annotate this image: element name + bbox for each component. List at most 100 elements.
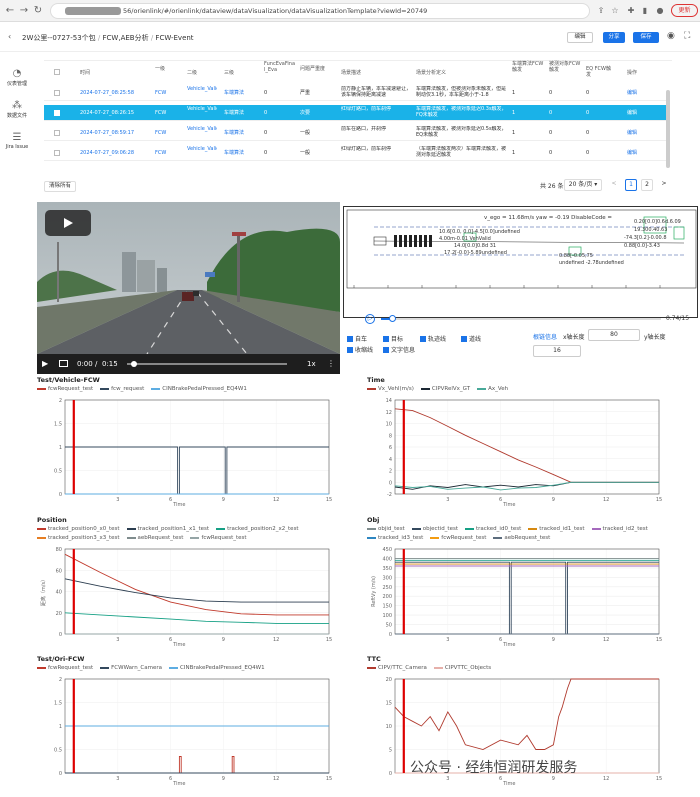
camera-icon[interactable]: ◉	[667, 31, 675, 41]
table-row[interactable]: 2024-07-27_08:25:58 FCW Vehicle_Valid 车端算法 0…	[44, 85, 666, 101]
edit-link[interactable]: 编辑	[627, 130, 637, 136]
series-line	[395, 561, 659, 635]
y-tick-label: 350	[382, 566, 392, 572]
table-cell[interactable]: 2024-07-27_09:06:28	[80, 150, 134, 156]
table-row[interactable]: 2024-07-27_09:06:28 FCW Vehicle_Valid 车端算法 0…	[44, 145, 666, 161]
table-cell: 1	[512, 90, 516, 96]
column-header: 操作	[627, 70, 638, 76]
x-tick-label: 12	[273, 497, 279, 503]
share-page-icon[interactable]: ⇪	[596, 6, 606, 16]
sidepanel-icon[interactable]: ▮	[640, 6, 650, 16]
speed-button[interactable]: 1x	[307, 360, 316, 368]
page-button[interactable]: 2	[641, 179, 653, 191]
x-tick-label: 12	[603, 776, 609, 782]
checkbox-label: 文字信息	[391, 347, 416, 354]
checkbox-target[interactable]: 目标	[383, 334, 403, 343]
y-tick-label: 100	[382, 613, 392, 619]
object-label: 0.88[0.0]-3.43	[624, 243, 660, 249]
reload-icon[interactable]: ↻	[32, 5, 44, 17]
table-cell: 车端算法触发，被测对象延迟0.5s触发，EQ未触发	[416, 126, 507, 138]
table-cell: 0	[586, 150, 590, 156]
frame-slider[interactable]	[381, 318, 661, 320]
checkbox-label: 收缩线	[355, 347, 374, 354]
profile-icon[interactable]: ●	[655, 6, 665, 16]
y-tick-label: 10	[386, 724, 392, 730]
ylen-input[interactable]: 16	[533, 345, 581, 357]
page-size-select[interactable]: 20 条/页 ▾	[564, 179, 602, 191]
checkbox-ego[interactable]: 自车	[347, 334, 367, 343]
select-all-checkbox[interactable]	[54, 69, 60, 75]
next-page-button[interactable]: >	[658, 179, 670, 191]
table-cell[interactable]: 2024-07-27_08:25:58	[80, 90, 134, 96]
chart-svg: 0 50 100 150 200 250 300 350 400 450 3 6 9 12 15 Time Re…	[371, 547, 662, 648]
y-tick-label: 80	[56, 547, 62, 553]
checkbox-text[interactable]: 文字信息	[383, 345, 415, 354]
play-icon[interactable]: ▶	[42, 359, 48, 368]
x-tick-label: 9	[552, 497, 555, 503]
x-axis-label: Time	[502, 642, 515, 648]
chart-svg: 0 0.5 1 1.5 2 3 6 9 12 15 Time	[54, 398, 332, 508]
back-icon[interactable]: ←	[4, 5, 16, 17]
more-icon[interactable]: ⋮	[327, 359, 335, 368]
back-arrow-icon[interactable]: ‹	[8, 32, 11, 41]
sidebar-item-data-file[interactable]: ⁂ 数据文件	[0, 100, 34, 119]
share-button[interactable]: 分享	[603, 32, 625, 43]
star-icon[interactable]: ☆	[610, 6, 620, 16]
edit-link[interactable]: 编辑	[627, 110, 637, 116]
breadcrumb-item[interactable]: 2W公里--0727-53个包	[22, 34, 96, 42]
sidebar-item-label: 数据文件	[6, 113, 27, 119]
plot-controls: ▷ 0.74/15 自车 目标 轨迹线 道线 收缩线 文字信息 根链信息 x轴长…	[343, 308, 698, 372]
seek-handle[interactable]	[131, 361, 137, 367]
edit-link[interactable]: 编辑	[627, 90, 637, 96]
link-info[interactable]: 根链信息	[533, 332, 557, 341]
checkbox-lane[interactable]: 道线	[461, 334, 481, 343]
extensions-icon[interactable]: ✚	[626, 6, 636, 16]
breadcrumb-item[interactable]: FCW-Event	[155, 34, 193, 42]
video-seek-bar[interactable]	[127, 363, 287, 365]
play-icon[interactable]: ▷	[365, 314, 375, 324]
forward-icon[interactable]: →	[18, 5, 30, 17]
update-button[interactable]: 更新	[671, 4, 698, 17]
miniplayer-icon[interactable]	[59, 360, 68, 367]
app-header: ‹ 2W公里--0727-53个包 / FCW,AEB分析 / FCW-Even…	[0, 22, 700, 52]
y-tick-label: 2	[59, 398, 62, 404]
save-button[interactable]: 保存	[633, 32, 659, 43]
data-file-icon: ⁂	[12, 100, 22, 111]
fullscreen-icon[interactable]: ⛶	[684, 31, 690, 41]
row-checkbox[interactable]	[54, 90, 60, 96]
checkbox-label: 轨迹线	[428, 336, 447, 343]
row-checkbox[interactable]	[54, 150, 60, 156]
edit-button[interactable]: 编辑	[567, 32, 593, 43]
checkbox-shrink[interactable]: 收缩线	[347, 345, 373, 354]
table-cell: FCW	[155, 130, 167, 136]
prev-page-button[interactable]: <	[608, 179, 620, 191]
table-scrollbar[interactable]	[666, 90, 670, 168]
page-button[interactable]: 1	[625, 179, 637, 191]
xlen-input[interactable]: 80	[588, 329, 640, 341]
table-cell: 一般	[300, 130, 311, 136]
sidebar-item-jira[interactable]: ☰ Jira Issue	[0, 132, 34, 150]
column-header: 场景描述	[341, 70, 362, 76]
breadcrumb-item[interactable]: FCW,AEB分析	[103, 34, 149, 42]
table-row[interactable]: 2024-07-27_08:26:15 FCW Vehicle_Valid 车端算法 0…	[44, 105, 666, 121]
table-cell: 0	[264, 90, 268, 96]
table-cell[interactable]: 2024-07-27_08:59:17	[80, 130, 134, 136]
watermark: 公众号 · 经纬恒润研发服务	[410, 760, 578, 776]
checkbox-trajectory[interactable]: 轨迹线	[420, 334, 446, 343]
sidebar-item-dashboard[interactable]: ◔ 仪表管理	[0, 68, 34, 87]
bar-mark	[424, 235, 427, 247]
row-checkbox[interactable]	[54, 110, 60, 116]
frame-slider-handle[interactable]	[389, 315, 397, 322]
table-row[interactable]: 2024-07-27_08:59:17 FCW Vehicle_Valid 车端算法 0…	[44, 125, 666, 141]
x-tick-label: 3	[116, 637, 119, 643]
table-cell: 次要	[300, 110, 311, 116]
video-player[interactable]: ▶ 0:00 / 0:15 1x ⋮	[37, 202, 340, 374]
big-play-button[interactable]	[45, 210, 91, 236]
series-line	[394, 678, 659, 750]
address-bar[interactable]: 56/orienlink/#/orienlink/dataview/dataVi…	[50, 3, 590, 19]
edit-link[interactable]: 编辑	[627, 150, 637, 156]
table-cell: 1	[512, 150, 516, 156]
row-checkbox[interactable]	[54, 130, 60, 136]
table-cell[interactable]: 2024-07-27_08:26:15	[80, 110, 134, 116]
chart-svg: -2 0 2 4 6 8 10 12 14 3 6 9 12 15 Time	[386, 398, 663, 508]
